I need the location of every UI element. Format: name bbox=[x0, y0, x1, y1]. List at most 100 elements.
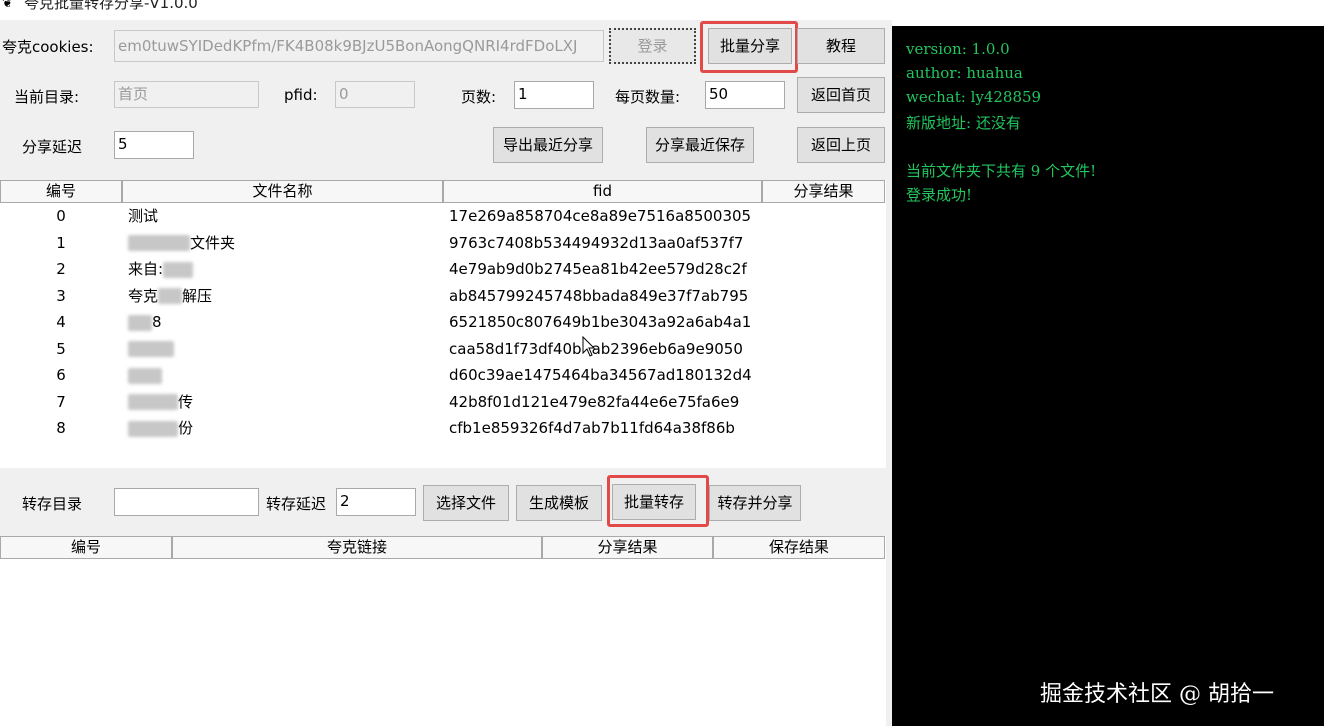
table-row[interactable]: 5 caa58d1f73df40b ab2396eb6a9e9050 bbox=[0, 336, 885, 362]
link-table-header-id[interactable]: 编号 bbox=[0, 536, 172, 559]
redacted-text bbox=[128, 314, 152, 331]
row-fid: 17e269a858704ce8a89e7516a8500305 bbox=[449, 203, 751, 229]
row-fid: 6521850c807649b1be3043a92a6ab4a1 bbox=[449, 309, 751, 335]
console-line: wechat: ly428859 bbox=[906, 88, 1042, 106]
row-fid: d60c39ae1475464ba34567ad180132d4 bbox=[449, 362, 752, 388]
link-table[interactable]: 编号 夸克链接 分享结果 保存结果 bbox=[0, 536, 886, 726]
row-name-prefix: 来自: bbox=[128, 260, 164, 278]
cookies-label: 夸克cookies: bbox=[2, 38, 94, 56]
console-line: 当前文件夹下共有 9 个文件! bbox=[906, 162, 1097, 180]
table-row[interactable]: 1 文件夹 9763c7408b534494932d13aa0af537f7 bbox=[0, 230, 885, 256]
row-fid: 4e79ab9d0b2745ea81b42ee579d28c2f bbox=[449, 256, 747, 282]
row-fid-text: 9763c7408b534494932d13aa0af537f7 bbox=[449, 233, 744, 252]
table-row[interactable]: 2 来自: 4e79ab9d0b2745ea81b42ee579d28c2f bbox=[0, 256, 885, 282]
row-fid: 9763c7408b534494932d13aa0af537f7 bbox=[449, 230, 743, 256]
row-name-text: 份 bbox=[178, 419, 194, 437]
redacted-text bbox=[128, 367, 162, 384]
redacted-text bbox=[128, 341, 174, 357]
row-fid-text: d60c39ae1475464ba34567ad180132d4 bbox=[449, 366, 752, 384]
file-table-header-fid[interactable]: fid bbox=[443, 180, 762, 203]
table-row[interactable]: 7 传 42b8f01d121e479e82fa44e6e75fa6e9 bbox=[0, 389, 885, 415]
share-delay-field[interactable]: 5 bbox=[114, 131, 194, 159]
row-fid-text: caa58d1f73df40b bbox=[449, 339, 582, 358]
row-name-text: 测试 bbox=[128, 207, 159, 225]
row-name: 测试 bbox=[128, 203, 158, 229]
file-table[interactable]: 编号 文件名称 fid 分享结果 0 测试 17e269a858704ce8a89e… bbox=[0, 180, 886, 468]
generate-template-button[interactable]: 生成模板 bbox=[516, 485, 602, 521]
row-id: 1 bbox=[56, 233, 66, 252]
file-table-header-name[interactable]: 文件名称 bbox=[122, 180, 443, 203]
redacted-text bbox=[158, 288, 183, 304]
row-fid: 42b8f01d121e479e82fa44e6e75fa6e9 bbox=[449, 389, 739, 415]
row-id: 7 bbox=[56, 392, 66, 411]
watermark: 掘金技术社区 @ 胡拾一 bbox=[1040, 682, 1274, 707]
save-delay-field[interactable]: 2 bbox=[336, 488, 416, 516]
row-fid-text: 6521850c807649b1be3043a92a6ab4a1 bbox=[449, 313, 752, 331]
row-name bbox=[128, 362, 162, 388]
title-bar: ❦ 夸克批量转存分享-V1.0.0 — bbox=[0, 0, 1324, 20]
back-home-button[interactable]: 返回首页 bbox=[797, 77, 885, 113]
row-name-text: 解压 bbox=[182, 286, 213, 305]
row-name: 传 bbox=[128, 389, 193, 415]
per-page-field[interactable]: 50 bbox=[705, 81, 785, 109]
row-id: 2 bbox=[56, 260, 66, 278]
table-row[interactable]: 8 份 cfb1e859326f4d7ab7b11fd64a38f86b bbox=[0, 415, 885, 441]
row-id: 5 bbox=[56, 339, 66, 358]
row-name-text: 8 bbox=[152, 313, 162, 331]
share-recent-save-button[interactable]: 分享最近保存 bbox=[646, 127, 754, 163]
share-delay-label: 分享延迟 bbox=[22, 138, 83, 156]
save-delay-label: 转存延迟 bbox=[266, 495, 327, 513]
save-dir-label: 转存目录 bbox=[22, 495, 83, 513]
row-name-text: 文件夹 bbox=[190, 233, 236, 252]
table-row[interactable]: 3 夸克 解压 ab845799245748bbada849e37f7ab795 bbox=[0, 283, 885, 309]
pfid-label: pfid: bbox=[284, 86, 318, 104]
row-fid-text: 42b8f01d121e479e82fa44e6e75fa6e9 bbox=[449, 392, 740, 411]
current-dir-field[interactable]: 首页 bbox=[114, 81, 259, 108]
row-fid: ab845799245748bbada849e37f7ab795 bbox=[449, 283, 748, 309]
save-and-share-button[interactable]: 转存并分享 bbox=[709, 485, 801, 521]
row-id: 8 bbox=[56, 419, 66, 437]
link-table-header-share-result[interactable]: 分享结果 bbox=[542, 536, 713, 559]
row-name: 8 bbox=[128, 309, 162, 335]
redacted-text bbox=[128, 394, 178, 410]
current-dir-label: 当前目录: bbox=[14, 88, 80, 106]
page-field[interactable]: 1 bbox=[514, 81, 594, 109]
export-recent-share-button[interactable]: 导出最近分享 bbox=[493, 127, 603, 163]
row-fid-text: 17e269a858704ce8a89e7516a8500305 bbox=[449, 207, 752, 225]
row-name bbox=[128, 336, 174, 362]
redacted-text bbox=[163, 261, 194, 278]
row-name: 夸克 解压 bbox=[128, 283, 212, 309]
console-line: 新版地址: 还没有 bbox=[906, 114, 1021, 132]
redacted-text bbox=[128, 235, 190, 251]
link-table-header-save-result[interactable]: 保存结果 bbox=[713, 536, 885, 559]
pfid-field[interactable]: 0 bbox=[335, 81, 415, 108]
table-row[interactable]: 6 d60c39ae1475464ba34567ad180132d4 bbox=[0, 362, 885, 388]
row-name: 份 bbox=[128, 415, 193, 441]
table-row[interactable]: 4 8 6521850c807649b1be3043a92a6ab4a1 bbox=[0, 309, 885, 335]
link-table-header-link[interactable]: 夸克链接 bbox=[172, 536, 542, 559]
save-dir-field[interactable] bbox=[114, 488, 259, 516]
row-fid-text: cfb1e859326f4d7ab7b11fd64a38f86b bbox=[449, 419, 735, 437]
choose-file-button[interactable]: 选择文件 bbox=[423, 485, 509, 521]
minimize-button[interactable]: — bbox=[1266, 0, 1284, 7]
file-table-header-id[interactable]: 编号 bbox=[0, 180, 122, 203]
app-icon: ❦ bbox=[2, 0, 13, 11]
row-fid-text: 4e79ab9d0b2745ea81b42ee579d28c2f bbox=[449, 260, 747, 278]
window-title: 夸克批量转存分享-V1.0.0 bbox=[24, 0, 198, 12]
console-line: 登录成功! bbox=[906, 186, 973, 204]
table-row[interactable]: 0 测试 17e269a858704ce8a89e7516a8500305 bbox=[0, 203, 885, 229]
cookies-field[interactable]: em0tuwSYIDedKPfm/FK4B08k9BJzU5BonAongQNR… bbox=[114, 30, 604, 62]
file-table-header-result[interactable]: 分享结果 bbox=[762, 180, 885, 203]
tutorial-button[interactable]: 教程 bbox=[797, 28, 885, 64]
console-line: author: huahua bbox=[906, 64, 1023, 82]
row-fid-text-continued: ab2396eb6a9e9050 bbox=[591, 339, 743, 358]
log-console[interactable]: version: 1.0.0 author: huahua wechat: ly42… bbox=[892, 26, 1324, 726]
console-line: version: 1.0.0 bbox=[906, 40, 1010, 58]
login-button[interactable]: 登录 bbox=[609, 28, 696, 64]
back-up-button[interactable]: 返回上页 bbox=[797, 127, 885, 163]
row-fid-text: ab845799245748bbada849e37f7ab795 bbox=[449, 286, 749, 305]
row-id: 6 bbox=[56, 366, 66, 384]
row-id: 4 bbox=[56, 313, 66, 331]
row-id: 3 bbox=[56, 286, 66, 305]
mouse-cursor-icon bbox=[582, 336, 596, 357]
